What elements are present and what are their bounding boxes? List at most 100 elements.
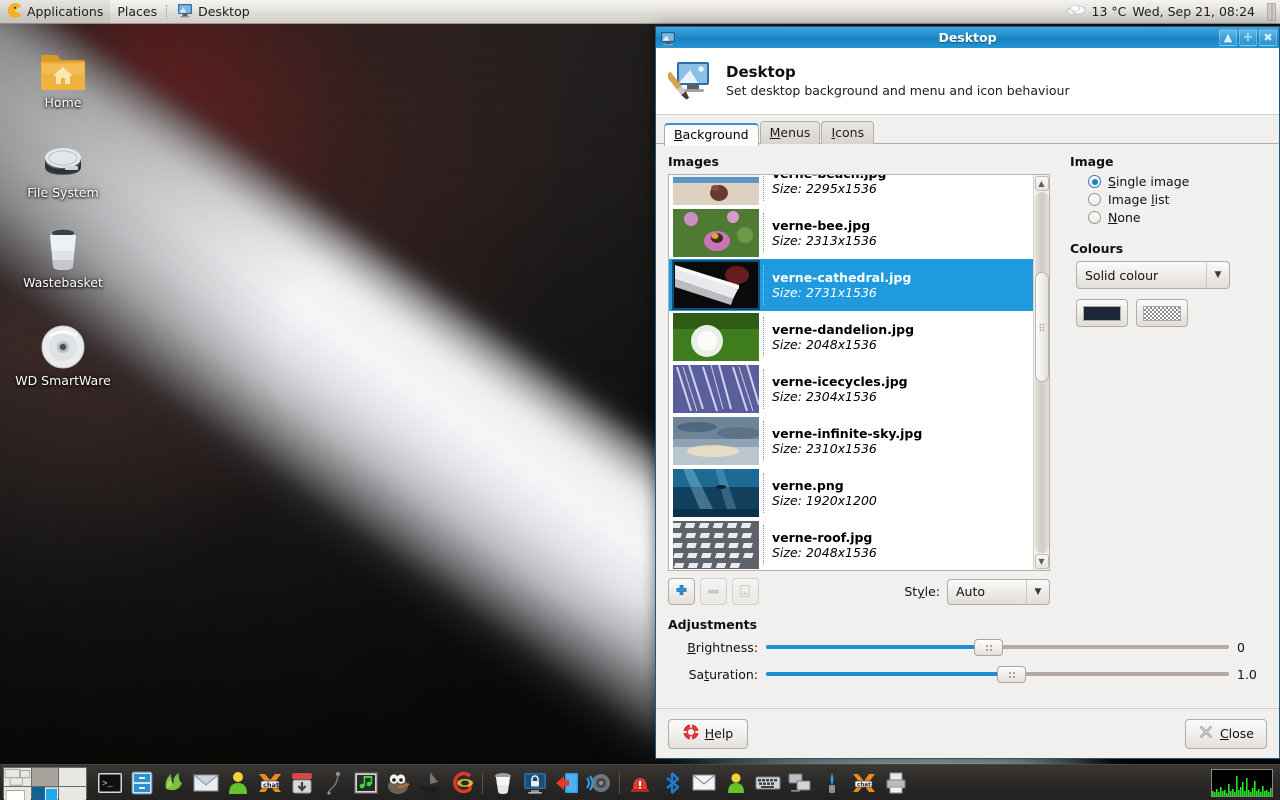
workspace-cell[interactable] [59, 767, 86, 786]
brightness-slider[interactable] [766, 638, 1229, 656]
network-icon[interactable] [785, 768, 815, 798]
desktop-icon-file-system[interactable]: File System [8, 132, 118, 200]
download-manager-icon[interactable] [287, 768, 317, 798]
contacts-icon[interactable] [223, 768, 253, 798]
alert-icon[interactable] [625, 768, 655, 798]
bottom-taskbar: >_ chat chat [0, 764, 1280, 800]
chat-icon[interactable]: chat [255, 768, 285, 798]
list-item-selected[interactable]: verne-cathedral.jpg Size: 2731x1536 [669, 259, 1033, 311]
desktop-icon-home[interactable]: Home [8, 42, 118, 110]
image-name: verne.png [772, 478, 844, 493]
desktop-icon-wastebasket[interactable]: Wastebasket [8, 222, 118, 290]
list-item-separator [763, 317, 764, 357]
list-item[interactable]: verne-dandelion.jpg Size: 2048x1536 [669, 311, 1033, 363]
desktop-icon-wd-smartware[interactable]: WD SmartWare [8, 320, 118, 388]
midori-browser-icon[interactable] [159, 768, 189, 798]
trash-applet-icon[interactable] [488, 768, 518, 798]
cloud-icon[interactable] [1066, 3, 1086, 20]
images-list-scrollbar[interactable]: ▲ ▼ [1033, 175, 1049, 570]
workspace-cell[interactable] [4, 786, 31, 800]
style-control: Style: Auto ▼ [904, 578, 1050, 605]
radio-single-image[interactable]: Single image [1088, 174, 1254, 189]
colour-2-button[interactable] [1136, 299, 1188, 327]
workspace-cell[interactable] [59, 786, 86, 800]
logout-icon[interactable] [552, 768, 582, 798]
tab-menus[interactable]: Menus [759, 121, 821, 144]
shade-button[interactable]: ▲ [1219, 29, 1237, 46]
tab-background[interactable]: Background [664, 123, 759, 146]
volume-icon[interactable] [584, 768, 614, 798]
panel-grip-icon[interactable] [1267, 2, 1276, 21]
close-dialog-button[interactable]: Close [1184, 718, 1267, 749]
lock-screen-icon[interactable] [520, 768, 550, 798]
scrollbar-track[interactable] [1034, 192, 1049, 553]
handle-grip-icon [1007, 670, 1016, 678]
image-properties-button[interactable] [732, 578, 759, 605]
image-size: Size: 2313x1536 [772, 233, 877, 248]
chat-status-icon[interactable]: chat [849, 768, 879, 798]
add-image-button[interactable] [668, 578, 695, 605]
updates-icon[interactable] [817, 768, 847, 798]
help-button[interactable]: Help [668, 718, 748, 749]
weather-temperature[interactable]: 13 °C [1092, 4, 1127, 19]
window-list-item-desktop[interactable]: Desktop [170, 0, 257, 24]
places-menu[interactable]: Places [110, 0, 164, 24]
audacity-icon[interactable] [319, 768, 349, 798]
dialog-titlebar[interactable]: Desktop ▲ ✛ ✖ [656, 27, 1279, 48]
gwenview-icon[interactable] [447, 768, 477, 798]
style-dropdown[interactable]: Auto ▼ [947, 578, 1050, 605]
terminal-icon[interactable]: >_ [95, 768, 125, 798]
scroll-down-arrow-icon[interactable]: ▼ [1034, 554, 1049, 569]
file-manager-icon[interactable] [127, 768, 157, 798]
printer-icon[interactable] [881, 768, 911, 798]
radio-image-list[interactable]: Image list [1088, 192, 1254, 207]
taskbar-tray-secondary: chat [625, 768, 911, 798]
image-thumbnail [673, 175, 759, 205]
mail-notify-icon[interactable] [689, 768, 719, 798]
images-listbox[interactable]: verne-beach.jpg Size: 2295x1536 [668, 174, 1050, 571]
image-group-title: Image [1070, 154, 1114, 169]
image-thumbnail [673, 313, 759, 361]
image-thumbnail [673, 209, 759, 257]
saturation-handle[interactable] [997, 665, 1027, 683]
applications-menu[interactable]: Applications [0, 0, 111, 24]
brightness-slider-row: Brightness: 0 [668, 638, 1267, 656]
scrollbar-grip-icon [1039, 322, 1044, 332]
workspace-cell[interactable] [4, 767, 31, 786]
colour-mode-dropdown[interactable]: Solid colour ▼ [1076, 261, 1230, 289]
list-item[interactable]: verne-beach.jpg Size: 2295x1536 [669, 175, 1033, 207]
workspace-cell[interactable] [31, 786, 59, 800]
keyboard-layout-icon[interactable] [753, 768, 783, 798]
tab-icons[interactable]: Icons [821, 121, 875, 144]
image-size: Size: 2310x1536 [772, 441, 877, 456]
clock-label[interactable]: Wed, Sep 21, 08:24 [1132, 4, 1255, 19]
radio-none[interactable]: None [1088, 210, 1254, 225]
user-status-icon[interactable] [721, 768, 751, 798]
close-button[interactable]: ✖ [1259, 29, 1277, 46]
scroll-up-arrow-icon[interactable]: ▲ [1034, 176, 1049, 191]
workspace-cell[interactable] [31, 767, 59, 786]
saturation-value: 1.0 [1237, 666, 1257, 682]
list-item[interactable]: verne-roof.jpg Size: 2048x1536 [669, 519, 1033, 570]
list-item[interactable]: verne-infinite-sky.jpg Size: 2310x1536 [669, 415, 1033, 467]
saturation-slider[interactable] [766, 665, 1229, 683]
remove-image-button[interactable] [700, 578, 727, 605]
svg-text:chat: chat [263, 781, 279, 789]
gimp-icon[interactable] [383, 768, 413, 798]
brightness-label: Brightness: [687, 639, 758, 655]
inkscape-icon[interactable] [415, 768, 445, 798]
list-item[interactable]: verne-icecycles.jpg Size: 2304x1536 [669, 363, 1033, 415]
cpu-graph-monitor[interactable] [1211, 768, 1273, 797]
scrollbar-thumb[interactable] [1034, 272, 1049, 382]
colour-1-button[interactable] [1076, 299, 1128, 327]
music-player-icon[interactable] [351, 768, 381, 798]
brightness-handle[interactable] [974, 638, 1004, 656]
list-item[interactable]: verne.png Size: 1920x1200 [669, 467, 1033, 519]
bluetooth-icon[interactable] [657, 768, 687, 798]
workspace-switcher[interactable] [3, 766, 87, 800]
top-panel: Applications Places Desktop 13 °C Wed, S… [0, 0, 1280, 24]
maximize-button[interactable]: ✛ [1239, 29, 1257, 46]
mail-client-icon[interactable] [191, 768, 221, 798]
list-item-separator [763, 421, 764, 461]
list-item[interactable]: verne-bee.jpg Size: 2313x1536 [669, 207, 1033, 259]
